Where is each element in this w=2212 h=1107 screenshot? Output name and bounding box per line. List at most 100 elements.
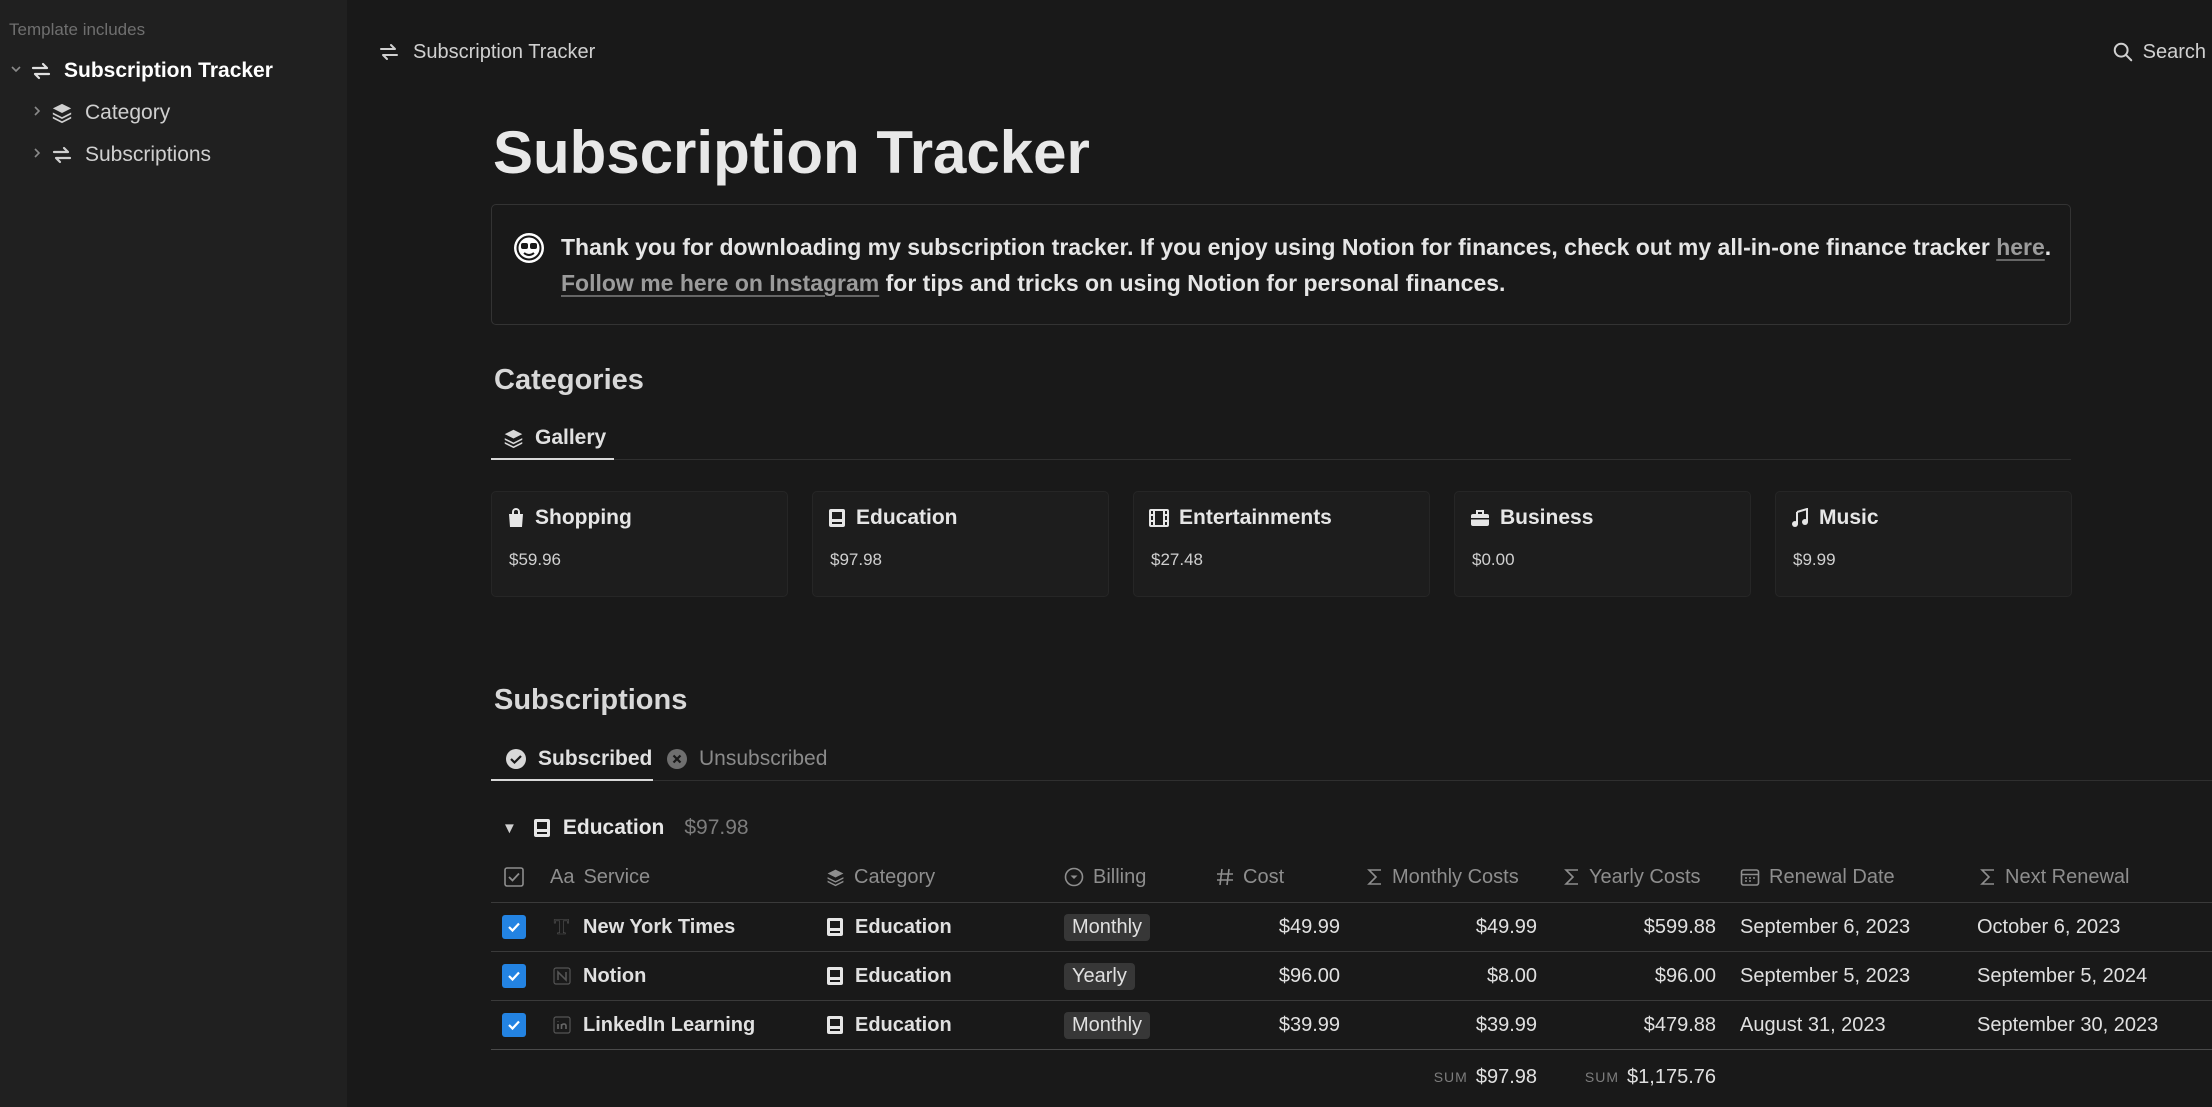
calendar-icon: [1740, 867, 1760, 887]
column-label: Yearly Costs: [1589, 866, 1701, 889]
service-name: Notion: [583, 965, 646, 988]
tab-gallery[interactable]: Gallery: [503, 416, 606, 460]
layers-icon: [47, 102, 77, 124]
category-name: Education: [855, 1014, 952, 1037]
yearly-cost-cell[interactable]: $479.88: [1564, 1001, 1716, 1049]
check-circle-icon: [505, 748, 527, 770]
category-total: $9.99: [1793, 550, 1836, 570]
film-icon: [1149, 509, 1169, 527]
toggle-down-icon[interactable]: ▼: [502, 820, 517, 837]
row-checkbox[interactable]: [502, 903, 526, 951]
billing-cell[interactable]: Yearly: [1064, 952, 1135, 1000]
category-cell[interactable]: Education: [826, 903, 952, 951]
monthly-costs-sum[interactable]: SUM $97.98: [1367, 1060, 1537, 1094]
category-card-education[interactable]: Education $97.98: [812, 491, 1109, 597]
category-name: Music: [1819, 506, 1879, 530]
yearly-cost-cell[interactable]: $599.88: [1564, 903, 1716, 951]
breadcrumb[interactable]: Subscription Tracker: [377, 36, 595, 68]
number-icon: [1216, 867, 1234, 887]
column-header-monthly-costs[interactable]: Monthly Costs: [1367, 860, 1519, 894]
renewal-date-cell[interactable]: September 5, 2023: [1740, 952, 1910, 1000]
row-checkbox[interactable]: [502, 952, 526, 1000]
category-total: $59.96: [509, 550, 561, 570]
row-divider: [491, 951, 2212, 952]
category-cell[interactable]: Education: [826, 952, 952, 1000]
breadcrumb-label: Subscription Tracker: [413, 41, 595, 64]
cost-cell[interactable]: $39.99: [1216, 1001, 1340, 1049]
briefcase-icon: [1470, 509, 1490, 527]
category-name: Entertainments: [1179, 506, 1332, 530]
category-name: Education: [855, 965, 952, 988]
column-header-category[interactable]: Category: [826, 860, 935, 894]
column-header-cost[interactable]: Cost: [1216, 860, 1284, 894]
tab-unsubscribed[interactable]: Unsubscribed: [666, 737, 827, 781]
chevron-right-icon[interactable]: [27, 104, 47, 122]
category-cell[interactable]: Education: [826, 1001, 952, 1049]
column-header-service[interactable]: Aa Service: [550, 860, 650, 894]
chevron-right-icon[interactable]: [27, 146, 47, 164]
select-all-checkbox[interactable]: [504, 860, 524, 894]
column-header-billing[interactable]: Billing: [1064, 860, 1146, 894]
search-label: Search: [2143, 41, 2206, 64]
column-header-next-renewal[interactable]: Next Renewal: [1980, 860, 2130, 894]
book-icon: [533, 818, 551, 838]
sidebar-item-category[interactable]: Category: [27, 96, 170, 130]
next-renewal-cell[interactable]: September 30, 2023: [1977, 1001, 2158, 1049]
billing-tag: Yearly: [1064, 963, 1135, 990]
notion-logo-icon: [552, 966, 572, 986]
yearly-costs-sum[interactable]: SUM $1,175.76: [1564, 1060, 1716, 1094]
service-name: LinkedIn Learning: [583, 1014, 755, 1037]
next-renewal-cell[interactable]: October 6, 2023: [1977, 903, 2120, 951]
yearly-cost-cell[interactable]: $96.00: [1564, 952, 1716, 1000]
next-renewal-cell[interactable]: September 5, 2024: [1977, 952, 2147, 1000]
callout-text-part: .: [2045, 234, 2051, 260]
search-icon: [2112, 41, 2134, 63]
layers-icon: [503, 428, 524, 449]
callout-text: Thank you for downloading my subscriptio…: [561, 229, 2061, 301]
service-cell[interactable]: LinkedIn Learning: [552, 1001, 755, 1049]
sidebar-item-subscription-tracker[interactable]: Subscription Tracker: [6, 54, 273, 88]
category-card-entertainments[interactable]: Entertainments $27.48: [1133, 491, 1430, 597]
billing-cell[interactable]: Monthly: [1064, 903, 1150, 951]
monthly-cost-cell[interactable]: $39.99: [1367, 1001, 1537, 1049]
checkbox-checked-icon: [502, 915, 526, 939]
row-checkbox[interactable]: [502, 1001, 526, 1049]
cost-cell[interactable]: $96.00: [1216, 952, 1340, 1000]
category-card-shopping[interactable]: Shopping $59.96: [491, 491, 788, 597]
group-header-education[interactable]: ▼ Education $97.98: [502, 812, 749, 844]
monthly-cost-cell[interactable]: $49.99: [1367, 903, 1537, 951]
category-total: $27.48: [1151, 550, 1203, 570]
search-button[interactable]: Search: [2112, 36, 2206, 68]
category-name: Business: [1500, 506, 1593, 530]
column-header-renewal-date[interactable]: Renewal Date: [1740, 860, 1895, 894]
shopping-bag-icon: [507, 508, 525, 528]
subscriptions-view-tabs: Subscribed Unsubscribed: [491, 737, 2212, 781]
finance-tracker-link[interactable]: here: [1996, 234, 2045, 260]
column-header-yearly-costs[interactable]: Yearly Costs: [1564, 860, 1701, 894]
category-total: $97.98: [830, 550, 882, 570]
billing-tag: Monthly: [1064, 914, 1150, 941]
sidebar: Template includes Subscription Tracker C…: [0, 0, 347, 1107]
sidebar-item-subscriptions[interactable]: Subscriptions: [27, 138, 211, 172]
column-label: Cost: [1243, 866, 1284, 889]
billing-tag: Monthly: [1064, 1012, 1150, 1039]
billing-cell[interactable]: Monthly: [1064, 1001, 1150, 1049]
category-name: Education: [855, 916, 952, 939]
sync-arrows-icon: [377, 40, 401, 64]
monthly-cost-cell[interactable]: $8.00: [1367, 952, 1537, 1000]
sidebar-title: Template includes: [9, 20, 145, 40]
instagram-link[interactable]: Follow me here on Instagram: [561, 270, 879, 296]
category-card-music[interactable]: Music $9.99: [1775, 491, 2072, 597]
column-label: Billing: [1093, 866, 1146, 889]
service-cell[interactable]: Notion: [552, 952, 646, 1000]
renewal-date-cell[interactable]: September 6, 2023: [1740, 903, 1910, 951]
active-tab-indicator: [491, 779, 653, 781]
service-cell[interactable]: T New York Times: [552, 903, 735, 951]
nerd-face-icon: [512, 231, 546, 270]
cost-cell[interactable]: $49.99: [1216, 903, 1340, 951]
sidebar-item-label: Subscription Tracker: [64, 59, 273, 83]
category-card-business[interactable]: Business $0.00: [1454, 491, 1751, 597]
renewal-date-cell[interactable]: August 31, 2023: [1740, 1001, 1886, 1049]
chevron-down-icon[interactable]: [6, 62, 26, 80]
tab-subscribed[interactable]: Subscribed: [505, 737, 652, 781]
